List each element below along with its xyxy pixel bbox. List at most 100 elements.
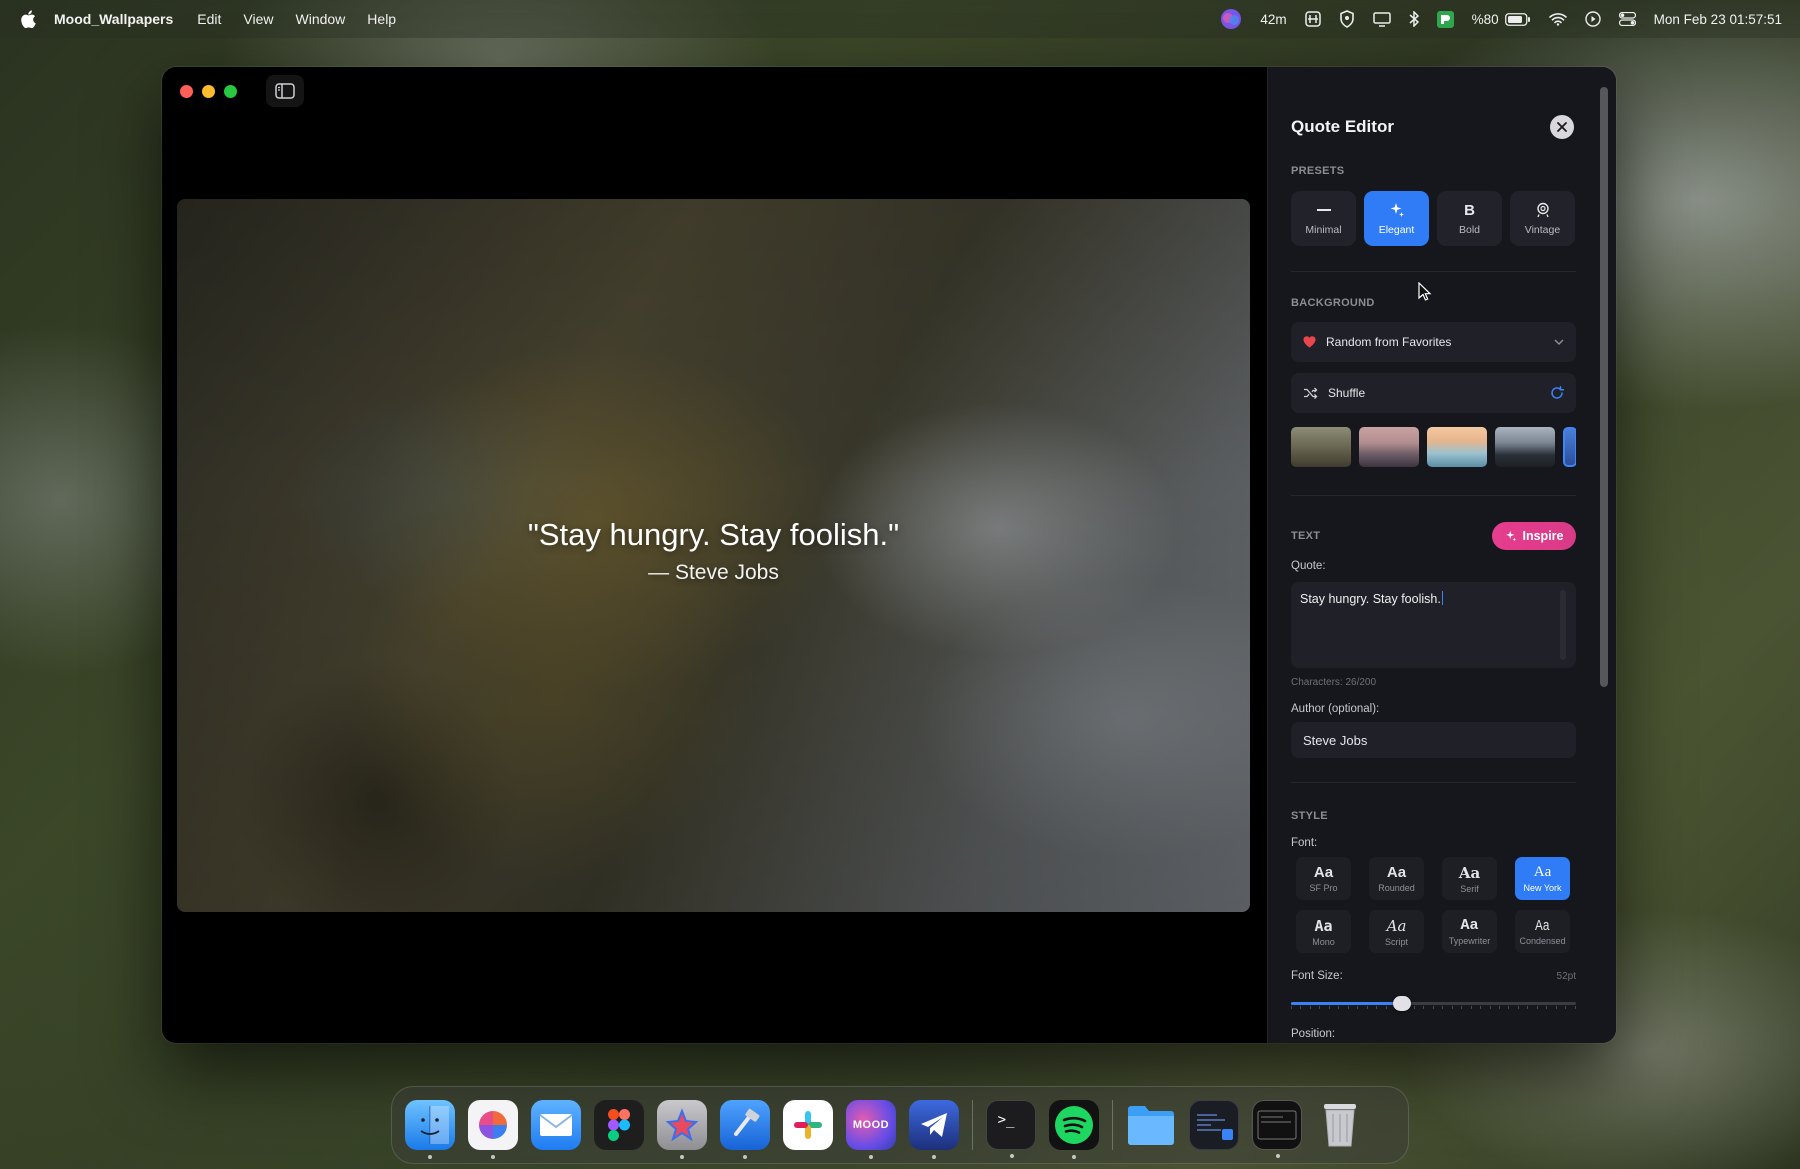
slider-knob[interactable] [1393,996,1411,1011]
inspire-button[interactable]: Inspire [1492,522,1576,550]
font-size-slider[interactable] [1291,996,1576,1011]
dock-pixelmator-icon[interactable] [657,1100,707,1159]
quote-editor-panel: Quote Editor PRESETS Minimal Elegant B B… [1267,67,1616,1043]
quote-textarea[interactable]: Stay hungry. Stay foolish. [1291,582,1576,668]
heart-icon [1303,336,1316,348]
editor-scrollbar[interactable] [1600,87,1608,687]
clock[interactable]: Mon Feb 23 01:57:51 [1654,12,1782,27]
dock-xcode-icon[interactable] [720,1100,770,1159]
shuffle-icon [1303,387,1318,399]
display-icon[interactable] [1372,11,1391,27]
textarea-scrollbar[interactable] [1560,590,1566,660]
presets-group: Minimal Elegant B Bold Vintage [1291,191,1575,246]
author-input[interactable]: Steve Jobs [1291,722,1576,758]
quote-textarea-value: Stay hungry. Stay foolish. [1300,592,1441,606]
background-source-select[interactable]: Random from Favorites [1291,322,1576,362]
window-controls [180,85,237,98]
background-thumbnail[interactable] [1427,427,1487,467]
shuffle-label: Shuffle [1328,386,1366,400]
font-option-sf-pro[interactable]: Aa SF Pro [1296,857,1351,900]
status-area: 42m %80 Mon Feb 23 01:57:51 [1202,8,1800,30]
bold-icon: B [1464,201,1475,219]
background-thumbnail[interactable] [1495,427,1555,467]
font-option-script[interactable]: Aa Script [1369,910,1424,953]
menu-window[interactable]: Window [296,11,346,27]
app-status-icon[interactable] [1436,10,1454,28]
font-option-typewriter[interactable]: Aa Typewriter [1442,910,1497,953]
zoom-window-button[interactable] [224,85,237,98]
menu-view[interactable]: View [243,11,273,27]
close-icon [1557,122,1567,132]
quote-label: Quote: [1291,560,1326,572]
slider-fill [1291,1002,1402,1005]
text-section-label: TEXT [1291,530,1321,542]
font-label: Font: [1291,837,1318,849]
background-thumbnails [1291,427,1576,467]
grid-status-icon[interactable] [1304,11,1321,27]
font-option-condensed[interactable]: Aa Condensed [1515,910,1570,953]
dock-window-icon[interactable] [1252,1100,1302,1158]
wallpaper-preview: "Stay hungry. Stay foolish." — Steve Job… [177,199,1250,912]
mood-status-icon[interactable] [1220,8,1242,30]
dock-trash-icon[interactable] [1315,1100,1365,1150]
background-thumbnail-selected[interactable] [1563,427,1576,467]
menu-app-name[interactable]: Mood_Wallpapers [54,11,173,27]
chevron-down-icon [1554,339,1564,345]
font-grid: Aa SF Pro Aa Rounded Aa Serif Aa New Yor… [1296,857,1570,953]
preset-vintage[interactable]: Vintage [1510,191,1575,246]
battery-percent[interactable]: %80 [1472,12,1499,27]
close-editor-button[interactable] [1550,115,1574,139]
sidebar-toggle-button[interactable] [266,75,304,107]
position-label: Position: [1291,1028,1336,1040]
dock-figma-icon[interactable] [594,1100,644,1150]
apple-icon[interactable] [18,9,38,29]
sparkle-icon [1505,530,1516,542]
mouse-cursor-icon [1418,282,1432,301]
preview-quote-author: — Steve Jobs [648,561,779,584]
control-center-icon[interactable] [1618,12,1636,26]
background-thumbnail[interactable] [1359,427,1419,467]
dock-files-icon[interactable] [1126,1100,1176,1150]
minimize-window-button[interactable] [202,85,215,98]
author-label: Author (optional): [1291,703,1380,715]
font-option-rounded[interactable]: Aa Rounded [1369,857,1424,900]
preset-bold[interactable]: B Bold [1437,191,1502,246]
bluetooth-icon[interactable] [1409,11,1419,27]
font-size-value: 52pt [1556,971,1576,982]
dock-mood-icon[interactable]: MOOD [846,1100,896,1159]
dock-spotify-icon[interactable] [1049,1100,1099,1159]
font-size-label: Font Size: [1291,970,1343,982]
dock-telegram-icon[interactable] [909,1100,959,1159]
preset-elegant[interactable]: Elegant [1364,191,1429,246]
minus-icon [1316,201,1331,219]
dock-slack-icon[interactable] [783,1100,833,1150]
background-thumbnail[interactable] [1291,427,1351,467]
close-window-button[interactable] [180,85,193,98]
font-option-new-york[interactable]: Aa New York [1515,857,1570,900]
battery-icon[interactable] [1504,12,1531,26]
dock-launchpad-icon[interactable] [468,1100,518,1159]
timer-status[interactable]: 42m [1260,12,1286,27]
font-option-serif[interactable]: Aa Serif [1442,857,1497,900]
dock-mail-icon[interactable] [531,1100,581,1150]
sidebar-icon [275,83,295,99]
dock-xcode-window-icon[interactable] [1189,1100,1239,1150]
preset-minimal[interactable]: Minimal [1291,191,1356,246]
refresh-icon[interactable] [1550,386,1564,400]
play-icon[interactable] [1584,11,1601,27]
wifi-icon[interactable] [1548,12,1567,26]
background-label: BACKGROUND [1291,297,1375,309]
shield-icon[interactable] [1339,10,1355,28]
sparkle-icon [1389,201,1405,219]
vintage-icon [1535,201,1551,219]
menu-bar: Mood_Wallpapers Edit View Window Help 42… [0,0,1800,38]
dock: MOOD >_ [391,1086,1409,1164]
app-window: "Stay hungry. Stay foolish." — Steve Job… [162,67,1616,1043]
menu-edit[interactable]: Edit [197,11,221,27]
font-option-mono[interactable]: Aa Mono [1296,910,1351,953]
shuffle-row[interactable]: Shuffle [1291,373,1576,413]
menu-help[interactable]: Help [367,11,396,27]
style-section-label: STYLE [1291,810,1328,822]
dock-terminal-icon[interactable]: >_ [986,1100,1036,1158]
dock-finder-icon[interactable] [405,1100,455,1159]
